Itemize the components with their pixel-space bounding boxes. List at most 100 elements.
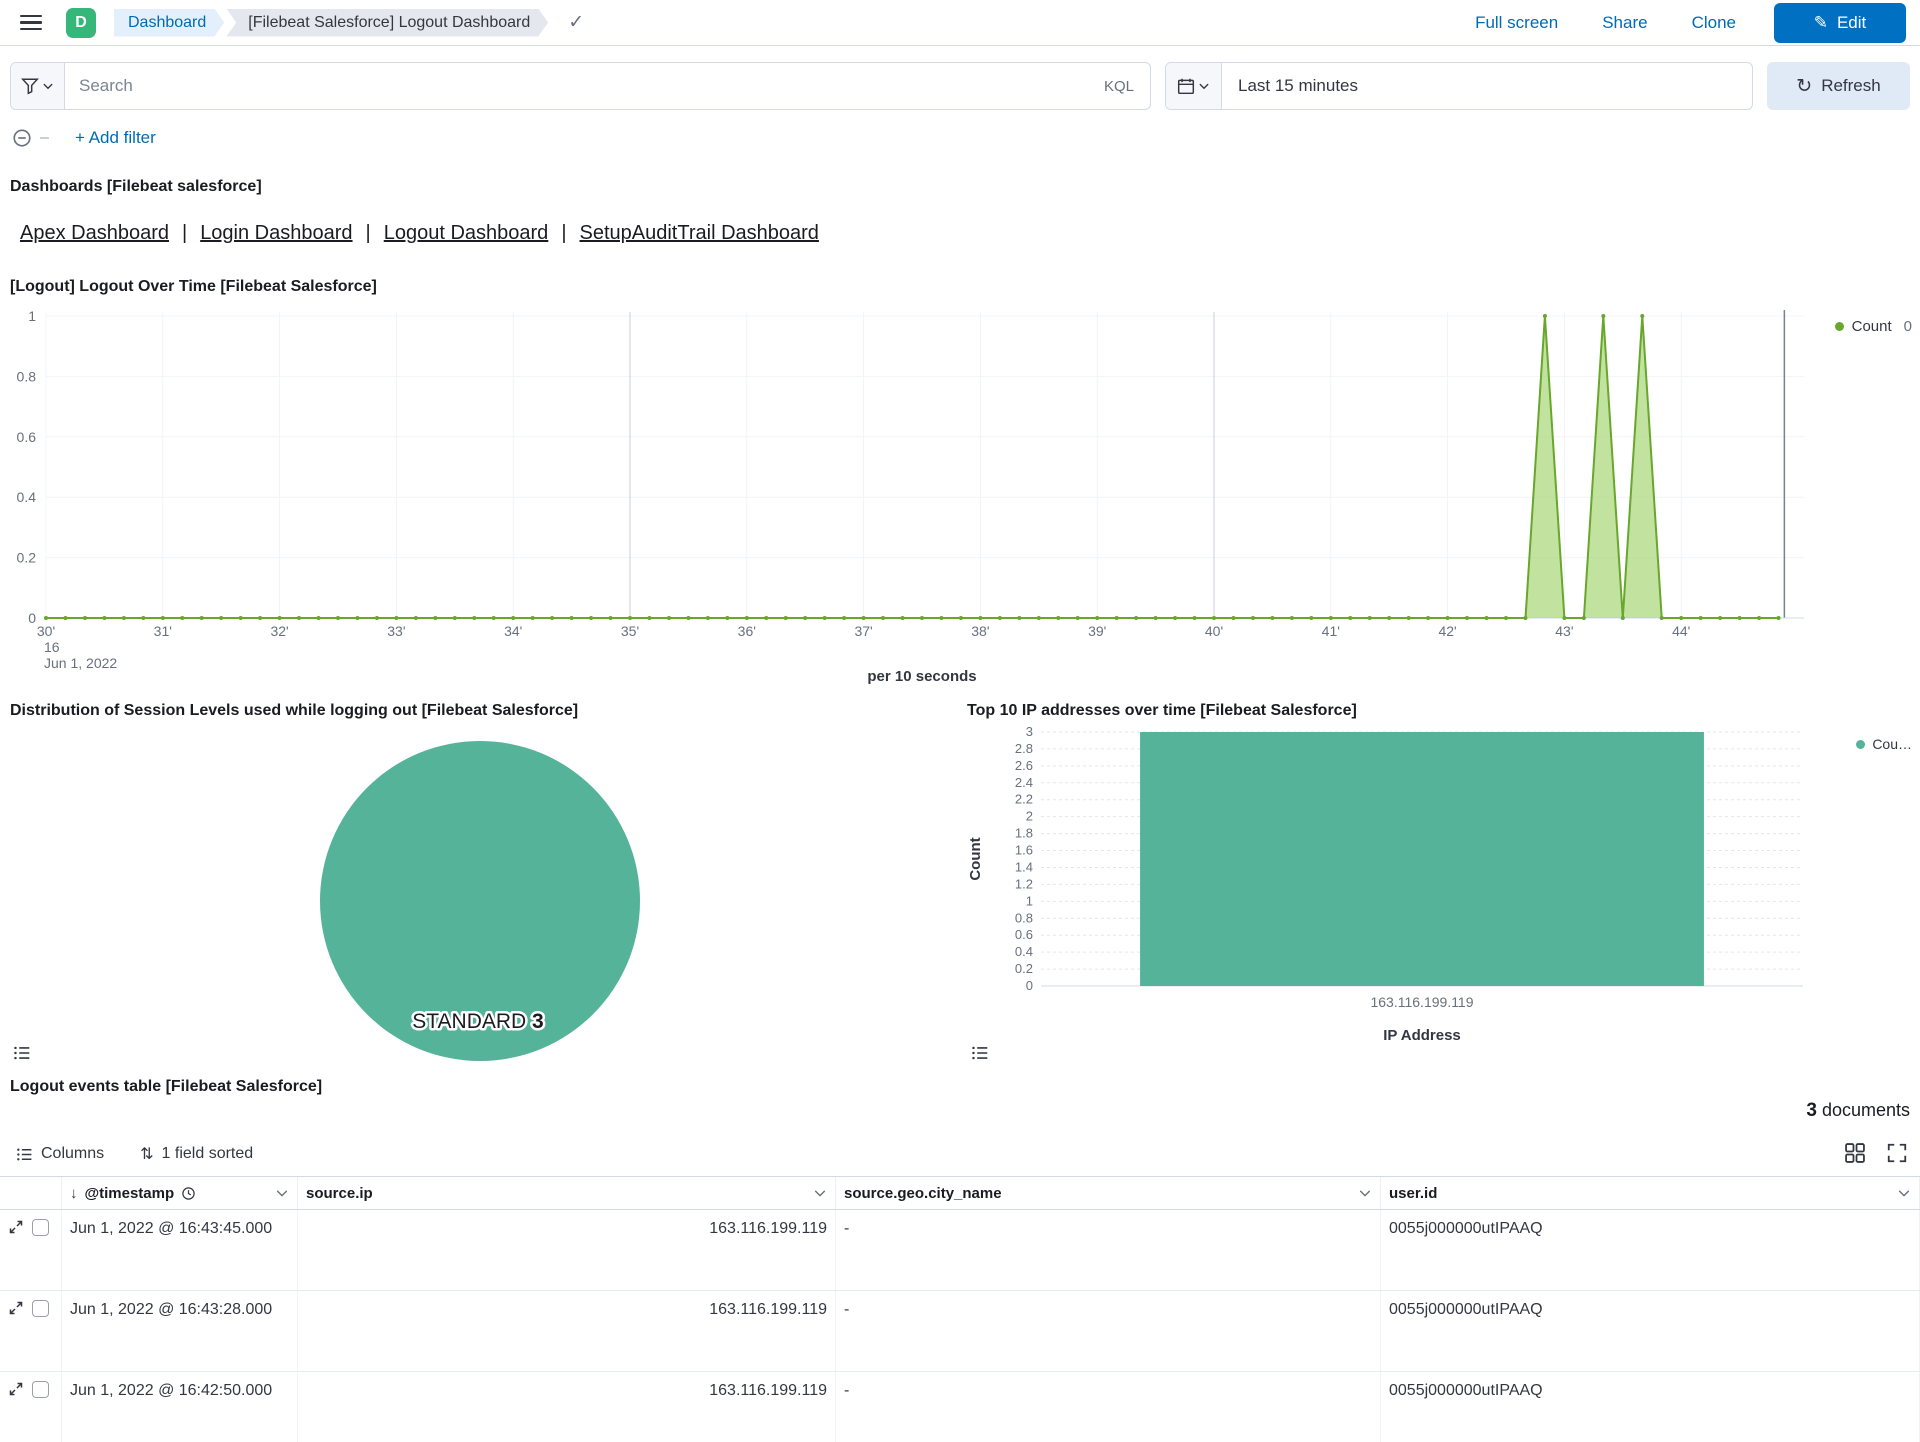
legend-toggle-button[interactable] <box>8 1040 36 1068</box>
sort-button-label: 1 field sorted <box>162 1145 254 1163</box>
svg-text:38': 38' <box>971 623 989 639</box>
user-id-cell: 0055j000000utIPAAQ <box>1381 1210 1920 1290</box>
list-icon <box>13 1044 31 1062</box>
space-avatar[interactable]: D <box>66 8 96 38</box>
link-apex-dashboard[interactable]: Apex Dashboard <box>20 222 169 245</box>
legend-value: 0 <box>1904 318 1912 335</box>
time-range-button[interactable]: Last 15 minutes <box>1222 76 1374 96</box>
table-header-user-id[interactable]: user.id <box>1381 1177 1920 1209</box>
menu-button[interactable] <box>14 6 48 40</box>
legend-dot-icon <box>1835 322 1844 331</box>
date-quick-select-button[interactable] <box>1166 63 1222 109</box>
markdown-panel-title: Dashboards [Filebeat salesforce] <box>10 178 262 196</box>
add-filter-button[interactable]: + Add filter <box>69 127 162 149</box>
bar-chart-legend[interactable]: Cou… <box>1856 736 1912 752</box>
table-header-source-ip[interactable]: source.ip <box>298 1177 836 1209</box>
svg-text:35': 35' <box>621 623 639 639</box>
svg-text:Count: Count <box>967 837 984 880</box>
source-ip-cell: 163.116.199.119 <box>298 1291 836 1371</box>
share-button[interactable]: Share <box>1596 12 1653 34</box>
fullscreen-icon <box>1886 1142 1908 1164</box>
svg-text:2.6: 2.6 <box>1015 758 1033 773</box>
expand-row-button[interactable] <box>8 1219 24 1238</box>
chevron-down-icon <box>1358 1186 1372 1200</box>
link-setupaudittrail-dashboard[interactable]: SetupAuditTrail Dashboard <box>580 222 819 245</box>
timestamp-cell: Jun 1, 2022 @ 16:43:28.000 <box>62 1291 298 1371</box>
chevron-down-icon <box>42 80 54 92</box>
svg-text:44': 44' <box>1672 623 1690 639</box>
row-checkbox[interactable] <box>32 1300 49 1317</box>
filter-options-icon <box>12 128 32 148</box>
search-input[interactable] <box>65 63 1088 109</box>
svg-text:2: 2 <box>1026 809 1033 824</box>
legend-dot-icon <box>1856 740 1865 749</box>
session-levels-pie-chart[interactable]: STANDARD 3 <box>315 736 645 1066</box>
svg-text:37': 37' <box>854 623 872 639</box>
display-options-button[interactable] <box>1842 1140 1868 1169</box>
refresh-label: Refresh <box>1821 76 1881 96</box>
legend-label: Count <box>1852 318 1892 335</box>
chevron-down-icon <box>275 1186 289 1200</box>
svg-text:42': 42' <box>1438 623 1456 639</box>
session-levels-title: Distribution of Session Levels used whil… <box>10 702 578 720</box>
svg-text:0.8: 0.8 <box>1015 910 1033 925</box>
svg-text:41': 41' <box>1322 623 1340 639</box>
table-header-controls <box>0 1177 62 1209</box>
svg-text:39': 39' <box>1088 623 1106 639</box>
legend-label: Cou… <box>1872 736 1912 752</box>
kql-button[interactable]: KQL <box>1088 78 1150 95</box>
list-icon <box>971 1044 989 1062</box>
svg-text:34': 34' <box>504 623 522 639</box>
area-chart-legend[interactable]: Count 0 <box>1835 318 1912 335</box>
chevron-down-icon <box>1198 80 1210 92</box>
link-login-dashboard[interactable]: Login Dashboard <box>200 222 352 245</box>
document-count: 3 documents <box>1806 1100 1910 1122</box>
svg-text:32': 32' <box>270 623 288 639</box>
edit-button[interactable]: ✎ Edit <box>1774 3 1906 43</box>
svg-text:0: 0 <box>28 610 36 626</box>
clone-button[interactable]: Clone <box>1686 12 1742 34</box>
row-controls <box>0 1210 62 1290</box>
fullscreen-table-button[interactable] <box>1884 1140 1910 1169</box>
hamburger-icon <box>20 15 42 18</box>
breadcrumb-dashboard[interactable]: Dashboard <box>114 9 224 37</box>
svg-text:30': 30' <box>37 623 55 639</box>
svg-text:0.8: 0.8 <box>17 368 37 384</box>
table-header-city-name[interactable]: source.geo.city_name <box>836 1177 1381 1209</box>
timestamp-cell: Jun 1, 2022 @ 16:42:50.000 <box>62 1372 298 1442</box>
expand-row-button[interactable] <box>8 1300 24 1319</box>
svg-text:31': 31' <box>154 623 172 639</box>
full-screen-button[interactable]: Full screen <box>1469 12 1564 34</box>
pencil-icon: ✎ <box>1814 13 1828 33</box>
refresh-button[interactable]: ↻ Refresh <box>1767 62 1910 110</box>
link-separator: | <box>182 222 187 245</box>
svg-text:2.8: 2.8 <box>1015 741 1033 756</box>
sort-fields-button[interactable]: ⇅ 1 field sorted <box>134 1143 259 1165</box>
logout-over-time-chart: 00.20.40.60.8130'31'32'33'34'35'36'37'38… <box>0 300 1920 680</box>
filter-options-button[interactable] <box>12 128 32 148</box>
search-bar: KQL <box>10 62 1151 110</box>
row-checkbox[interactable] <box>32 1219 49 1236</box>
svg-text:3: 3 <box>1026 724 1033 739</box>
saved-query-menu-button[interactable] <box>11 63 65 109</box>
document-count-suffix: documents <box>1822 1100 1910 1120</box>
svg-text:0.6: 0.6 <box>1015 927 1033 942</box>
calendar-icon <box>1177 77 1195 95</box>
svg-text:1: 1 <box>1026 893 1033 908</box>
table-header-timestamp[interactable]: ↓ @timestamp <box>62 1177 298 1209</box>
area-chart-x-axis-title: per 10 seconds <box>0 668 1844 685</box>
legend-toggle-button[interactable] <box>966 1040 994 1068</box>
edit-button-label: Edit <box>1837 13 1866 33</box>
check-icon: ✓ <box>568 11 584 34</box>
svg-text:2.2: 2.2 <box>1015 792 1033 807</box>
row-checkbox[interactable] <box>32 1381 49 1398</box>
svg-text:36': 36' <box>738 623 756 639</box>
expand-row-button[interactable] <box>8 1381 24 1400</box>
link-logout-dashboard[interactable]: Logout Dashboard <box>384 222 549 245</box>
top-ip-bar-chart[interactable]: 00.20.40.60.811.21.41.61.822.22.42.62.83… <box>960 724 1920 1064</box>
top-ip-title: Top 10 IP addresses over time [Filebeat … <box>967 702 1357 720</box>
svg-text:1.2: 1.2 <box>1015 876 1033 891</box>
clock-icon <box>181 1186 196 1201</box>
columns-button-label: Columns <box>41 1145 104 1163</box>
columns-button[interactable]: Columns <box>10 1144 110 1164</box>
